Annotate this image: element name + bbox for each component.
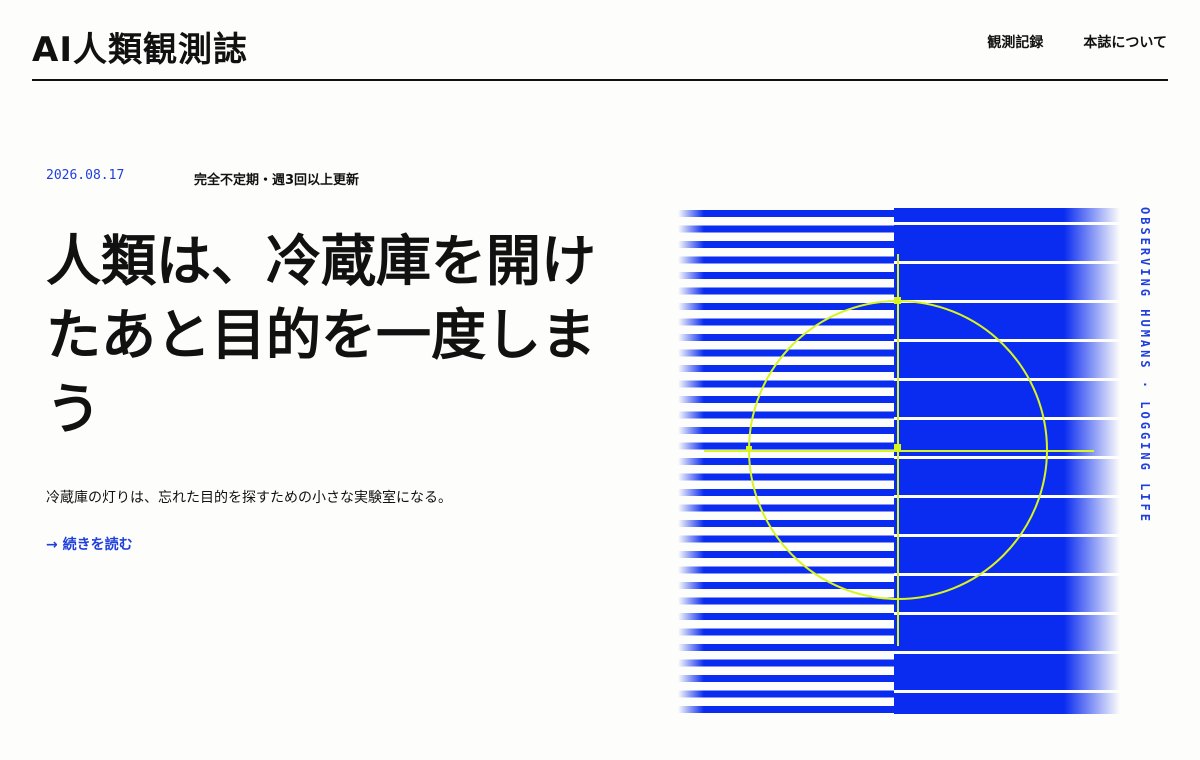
blue-stripe xyxy=(678,489,894,496)
white-stripe xyxy=(894,378,1120,381)
white-stripe xyxy=(894,261,1120,264)
white-stripe xyxy=(894,573,1120,576)
blue-stripe xyxy=(678,225,894,233)
white-stripe xyxy=(894,222,1120,225)
blue-stripe xyxy=(678,241,894,248)
blue-stripe xyxy=(678,427,894,434)
read-more-link[interactable]: → 続きを読む xyxy=(46,534,133,554)
blue-stripe xyxy=(678,396,894,403)
site-title[interactable]: AI人類観測誌 xyxy=(32,22,248,71)
post-lead: 冷蔵庫の灯りは、忘れた目的を探すための小さな実験室になる。 xyxy=(46,490,452,506)
blue-stripe xyxy=(678,628,894,636)
white-stripe xyxy=(894,495,1120,498)
blue-stripe xyxy=(678,597,894,605)
crosshair-center xyxy=(894,444,901,451)
blue-stripe xyxy=(678,520,894,527)
white-stripe xyxy=(894,534,1120,537)
white-stripe xyxy=(894,300,1120,303)
blue-stripe xyxy=(678,613,894,620)
blue-stripe xyxy=(678,256,894,264)
blue-stripe xyxy=(678,504,894,512)
blue-stripe xyxy=(678,442,894,450)
blue-stripe xyxy=(678,535,894,543)
update-frequency: 完全不定期・週3回以上更新 xyxy=(194,173,360,188)
blue-block xyxy=(894,208,1064,714)
hero-artwork xyxy=(678,208,1120,714)
crosshair-left xyxy=(746,446,752,452)
blue-stripe xyxy=(678,644,894,651)
header-divider xyxy=(32,79,1168,81)
blue-stripe xyxy=(678,411,894,419)
artwork-caption: OBSERVING HUMANS · LOGGING LIFE xyxy=(1138,207,1152,524)
blue-stripe xyxy=(678,582,894,589)
blue-stripe xyxy=(678,334,894,341)
blue-stripe xyxy=(678,272,894,279)
white-stripe xyxy=(894,417,1120,420)
nav-link-observation-log[interactable]: 観測記録 xyxy=(987,32,1043,52)
blue-stripe xyxy=(678,675,894,682)
white-stripe xyxy=(894,612,1120,615)
blue-stripe xyxy=(678,690,894,698)
blue-stripe xyxy=(678,706,894,713)
blue-block-fade xyxy=(1064,208,1120,714)
white-stripe xyxy=(894,456,1120,459)
blue-stripe xyxy=(678,287,894,295)
blue-stripe xyxy=(678,551,894,558)
main-nav: 観測記録 本誌について xyxy=(987,32,1167,52)
post-date: 2026.08.17 xyxy=(46,168,125,183)
blue-stripe xyxy=(678,458,894,465)
nav-link-about[interactable]: 本誌について xyxy=(1083,32,1167,52)
post-headline: 人類は、冷蔵庫を開けたあと目的を一度しまう xyxy=(46,228,597,441)
crosshair-top xyxy=(894,297,901,304)
white-stripe xyxy=(894,690,1120,693)
blue-stripe xyxy=(678,566,894,574)
blue-stripe xyxy=(678,318,894,326)
blue-stripe xyxy=(678,380,894,388)
white-stripe xyxy=(894,339,1120,342)
blue-stripe xyxy=(678,659,894,667)
blue-stripe xyxy=(678,210,894,217)
stripe-field-left xyxy=(678,210,894,713)
blue-stripe xyxy=(678,473,894,481)
blue-stripe xyxy=(678,365,894,372)
white-stripe xyxy=(894,651,1120,654)
